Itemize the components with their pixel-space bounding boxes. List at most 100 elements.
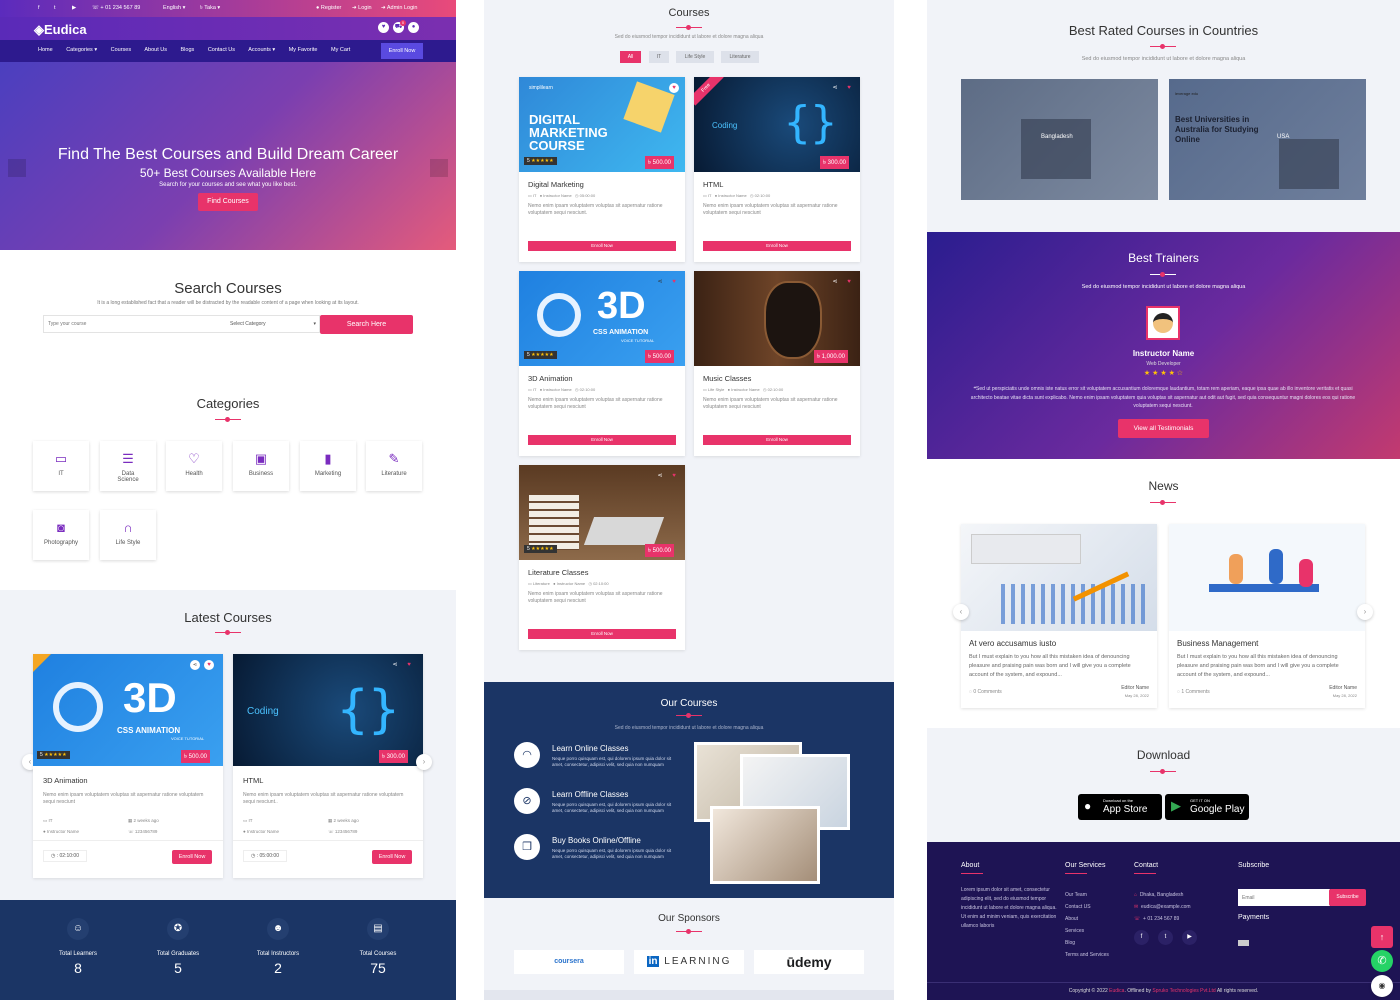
course-card[interactable]: simplilearn DIGITAL MARKETING COURSE 5 ★…	[519, 77, 685, 262]
chat-icon[interactable]: ◉	[1371, 975, 1393, 997]
twitter-icon[interactable]: t	[54, 5, 56, 11]
view-testimonials-button[interactable]: View all Testimonials	[1118, 419, 1209, 438]
enroll-button[interactable]: Enroll Now	[528, 241, 676, 251]
footer-link-services[interactable]: Services	[1065, 925, 1084, 937]
subscribe-button[interactable]: Subscribe	[1329, 889, 1366, 906]
google-play-button[interactable]: ▶ GET IT ON Google Play	[1165, 794, 1249, 820]
category-data-science[interactable]: ☰ Data Science	[100, 441, 156, 491]
enroll-now-button[interactable]: Enroll Now	[381, 43, 423, 59]
login-link[interactable]: ➜ Login	[352, 5, 372, 11]
latest-course-card[interactable]: 3D CSS ANIMATION VOICE TUTORIAL 5 ★★★★★ …	[33, 654, 223, 878]
footer-link-terms[interactable]: Terms and Services	[1065, 949, 1109, 961]
hero-next-arrow[interactable]	[430, 159, 448, 177]
heart-icon[interactable]: ♥	[669, 471, 679, 481]
admin-login-link[interactable]: ➜ Admin Login	[381, 5, 417, 11]
news-next-arrow[interactable]: ›	[1357, 604, 1373, 620]
share-icon[interactable]: ⋖	[390, 660, 400, 670]
share-icon[interactable]: ⋖	[655, 277, 665, 287]
share-icon[interactable]: ⋖	[830, 83, 840, 93]
share-icon[interactable]: ⋖	[830, 277, 840, 287]
nav-accounts[interactable]: Accounts ▾	[248, 47, 275, 53]
search-button[interactable]: Search Here	[320, 315, 413, 334]
nav-home[interactable]: Home	[38, 47, 53, 53]
share-icon[interactable]: ⋖	[190, 660, 200, 670]
category-marketing[interactable]: ▮ Marketing	[300, 441, 356, 491]
enroll-button[interactable]: Enroll Now	[528, 435, 676, 445]
enroll-button[interactable]: Enroll Now	[528, 629, 676, 639]
news-title-text[interactable]: Business Management	[1177, 639, 1258, 648]
nav-about[interactable]: About Us	[144, 47, 167, 53]
category-select[interactable]: Select Category ▾	[230, 321, 316, 327]
course-name[interactable]: HTML	[243, 776, 263, 785]
enroll-button[interactable]: Enroll Now	[703, 435, 851, 445]
nav-cart[interactable]: My Cart	[331, 47, 350, 53]
course-card[interactable]: 3D CSS ANIMATION VOICE TUTORIAL 5 ★★★★★ …	[519, 271, 685, 456]
course-name[interactable]: 3D Animation	[43, 776, 88, 785]
back-to-top-button[interactable]: ↑	[1371, 926, 1393, 948]
heart-icon[interactable]: ♥	[378, 22, 389, 33]
category-life-style[interactable]: ∩ Life Style	[100, 510, 156, 560]
subscribe-email-input[interactable]	[1238, 889, 1330, 906]
youtube-icon[interactable]: ▶	[72, 5, 76, 11]
course-name[interactable]: Literature Classes	[528, 568, 588, 577]
course-name[interactable]: HTML	[703, 180, 723, 189]
user-icon[interactable]: ●	[408, 22, 419, 33]
sponsor-udemy[interactable]: ūdemy	[754, 950, 864, 974]
nav-blogs[interactable]: Blogs	[181, 47, 195, 53]
search-input[interactable]	[48, 318, 218, 330]
filter-life-style[interactable]: Life Style	[676, 51, 714, 63]
news-card[interactable]: At vero accusamus iusto But I must expla…	[961, 524, 1157, 708]
copyright-company[interactable]: Spruko Technologies Pvt.Ltd	[1152, 988, 1215, 994]
category-business[interactable]: ▣ Business	[233, 441, 289, 491]
language-select[interactable]: English ▾	[163, 5, 185, 11]
course-name[interactable]: Music Classes	[703, 374, 751, 383]
news-comments[interactable]: ◌ 1 Comments	[1177, 689, 1210, 695]
filter-all[interactable]: All	[620, 51, 641, 63]
brand-logo[interactable]: ◈Eudica	[34, 22, 87, 38]
facebook-icon[interactable]: f	[38, 5, 40, 11]
category-photography[interactable]: ◙ Photography	[33, 510, 89, 560]
sponsor-coursera[interactable]: coursera	[514, 950, 624, 974]
news-card[interactable]: Business Management But I must explain t…	[1169, 524, 1365, 708]
filter-it[interactable]: IT	[649, 51, 669, 63]
enroll-button[interactable]: Enroll Now	[703, 241, 851, 251]
category-it[interactable]: ▭ IT	[33, 441, 89, 491]
heart-icon[interactable]: ♥	[404, 660, 414, 670]
footer-link-about[interactable]: About	[1065, 913, 1078, 925]
footer-link-team[interactable]: Our Team	[1065, 889, 1087, 901]
nav-favorite[interactable]: My Favorite	[289, 47, 318, 53]
find-courses-button[interactable]: Find Courses	[198, 193, 258, 211]
nav-contact[interactable]: Contact Us	[208, 47, 235, 53]
nav-categories[interactable]: Categories ▾	[66, 47, 97, 53]
footer-email[interactable]: ✉ eudica@example.com	[1134, 901, 1191, 913]
heart-icon[interactable]: ♥	[844, 83, 854, 93]
nav-courses[interactable]: Courses	[111, 47, 131, 53]
heart-icon[interactable]: ♥	[204, 660, 214, 670]
enroll-button[interactable]: Enroll Now	[372, 850, 412, 864]
heart-icon[interactable]: ♥	[669, 83, 679, 93]
app-store-button[interactable]: ● Download on the App Store	[1078, 794, 1162, 820]
twitter-icon[interactable]: t	[1158, 930, 1173, 945]
heart-icon[interactable]: ♥	[669, 277, 679, 287]
whatsapp-icon[interactable]: ✆	[1371, 950, 1393, 972]
category-health[interactable]: ♡ Health	[166, 441, 222, 491]
course-name[interactable]: 3D Animation	[528, 374, 573, 383]
currency-select[interactable]: ৳ Taka ▾	[200, 5, 220, 13]
sponsor-linkedin-learning[interactable]: in LEARNING	[634, 950, 744, 974]
hero-prev-arrow[interactable]	[8, 159, 26, 177]
course-card[interactable]: ৳ 1,000.00 ⋖ ♥ Music Classes ▭ Life Styl…	[694, 271, 860, 456]
category-literature[interactable]: ✎ Literature	[366, 441, 422, 491]
news-prev-arrow[interactable]: ‹	[953, 604, 969, 620]
share-icon[interactable]: ⋖	[655, 471, 665, 481]
footer-link-contact[interactable]: Contact US	[1065, 901, 1091, 913]
country-card-bangladesh[interactable]: Bangladesh	[961, 79, 1158, 200]
footer-link-blog[interactable]: Blog	[1065, 937, 1075, 949]
filter-literature[interactable]: Literature	[721, 51, 759, 63]
enroll-button[interactable]: Enroll Now	[172, 850, 212, 864]
course-card[interactable]: 5 ★★★★★ ৳ 500.00 ⋖ ♥ Literature Classes …	[519, 465, 685, 650]
course-name[interactable]: Digital Marketing	[528, 180, 584, 189]
facebook-icon[interactable]: f	[1134, 930, 1149, 945]
latest-course-card[interactable]: Coding {} ৳ 300.00 ⋖ ♥ HTML Nemo enim ip…	[233, 654, 423, 878]
course-card[interactable]: Free Coding {} ৳ 300.00 ⋖ ♥ HTML ▭ IT ● …	[694, 77, 860, 262]
news-comments[interactable]: ◌ 0 Comments	[969, 689, 1002, 695]
